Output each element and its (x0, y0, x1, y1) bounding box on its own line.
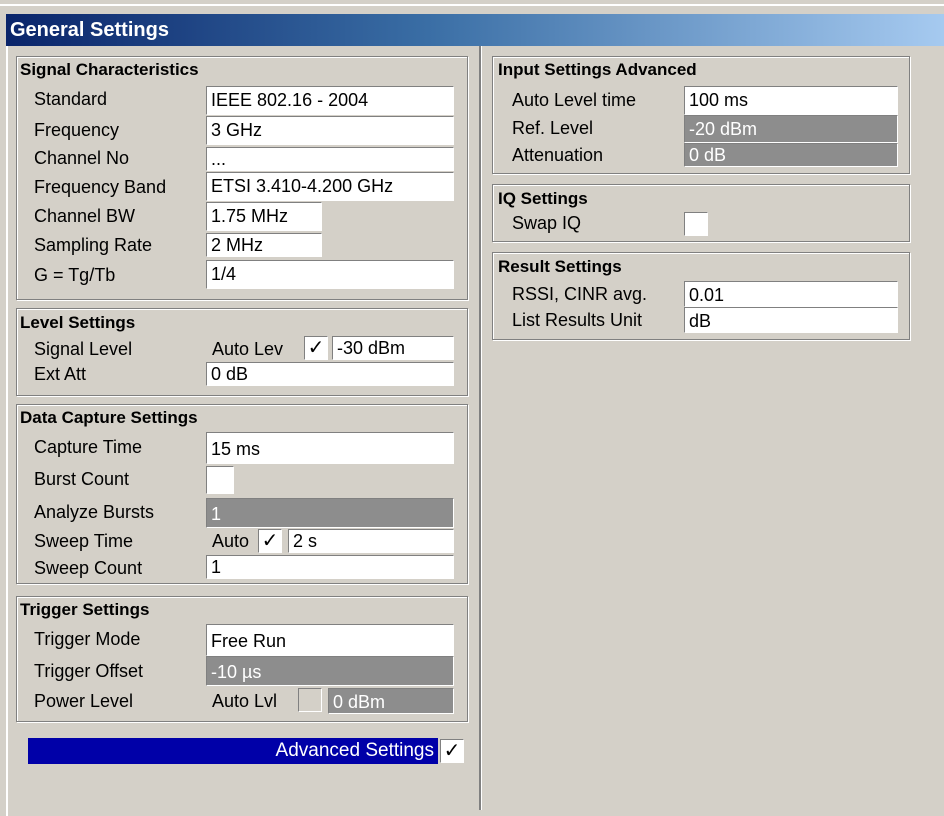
auto-level-label: Auto Lev (212, 339, 284, 359)
auto-level-time-field[interactable]: 100 ms (684, 86, 898, 115)
sampling-rate-label: Sampling Rate (34, 235, 153, 255)
sweep-auto-label: Auto (212, 531, 250, 551)
analyze-bursts-field[interactable]: 1 (206, 498, 454, 528)
general-settings-window: General Settings Signal Characteristics … (0, 0, 944, 816)
swap-iq-checkbox[interactable] (684, 212, 708, 236)
sweep-time-label: Sweep Time (34, 531, 134, 551)
frequency-band-label: Frequency Band (34, 177, 167, 197)
analyze-bursts-label: Analyze Bursts (34, 502, 155, 522)
power-level-field[interactable]: 0 dBm (328, 688, 454, 714)
sweep-count-label: Sweep Count (34, 558, 143, 578)
data-capture-title: Data Capture Settings (20, 408, 198, 427)
list-results-unit-field[interactable]: dB (684, 307, 898, 333)
window-left-border (6, 46, 8, 816)
trigger-settings-title: Trigger Settings (20, 600, 150, 619)
ext-att-label: Ext Att (34, 364, 87, 384)
ext-att-field[interactable]: 0 dB (206, 362, 454, 386)
rssi-cinr-label: RSSI, CINR avg. (512, 284, 648, 304)
list-results-unit-label: List Results Unit (512, 310, 643, 330)
sweep-auto-checkbox[interactable]: ✓ (258, 529, 282, 553)
signal-level-field[interactable]: -30 dBm (332, 336, 454, 360)
g-ratio-label: G = Tg/Tb (34, 265, 116, 285)
capture-time-label: Capture Time (34, 437, 143, 457)
advanced-settings-checkbox[interactable]: ✓ (440, 739, 464, 763)
ref-level-label: Ref. Level (512, 118, 594, 138)
burst-count-label: Burst Count (34, 469, 130, 489)
swap-iq-label: Swap IQ (512, 213, 582, 233)
sweep-count-field[interactable]: 1 (206, 555, 454, 579)
signal-level-label: Signal Level (34, 339, 133, 359)
g-ratio-field[interactable]: 1/4 (206, 260, 454, 289)
trigger-mode-label: Trigger Mode (34, 629, 141, 649)
window-title: General Settings (6, 14, 944, 46)
power-auto-label: Auto Lvl (212, 691, 278, 711)
trigger-offset-label: Trigger Offset (34, 661, 144, 681)
frequency-band-field[interactable]: ETSI 3.410-4.200 GHz (206, 172, 454, 201)
trigger-mode-field[interactable]: Free Run (206, 624, 454, 656)
input-settings-advanced-title: Input Settings Advanced (498, 60, 697, 79)
iq-settings-title: IQ Settings (498, 189, 588, 208)
sweep-time-field[interactable]: 2 s (288, 529, 454, 553)
auto-level-checkbox[interactable]: ✓ (304, 336, 328, 360)
channel-no-field[interactable]: ... (206, 147, 454, 171)
channel-no-label: Channel No (34, 148, 130, 168)
frequency-label: Frequency (34, 120, 120, 140)
ref-level-field[interactable]: -20 dBm (684, 115, 898, 143)
power-auto-checkbox[interactable] (298, 688, 322, 712)
burst-count-field[interactable] (206, 466, 234, 494)
standard-label: Standard (34, 89, 108, 109)
sampling-rate-field[interactable]: 2 MHz (206, 233, 322, 257)
trigger-offset-field[interactable]: -10 µs (206, 656, 454, 686)
auto-level-time-label: Auto Level time (512, 90, 637, 110)
channel-bw-field[interactable]: 1.75 MHz (206, 202, 322, 231)
advanced-settings-label[interactable]: Advanced Settings (28, 738, 438, 764)
level-settings-title: Level Settings (20, 313, 136, 332)
column-separator (479, 46, 482, 810)
capture-time-field[interactable]: 15 ms (206, 432, 454, 464)
rssi-cinr-field[interactable]: 0.01 (684, 281, 898, 307)
attenuation-field[interactable]: 0 dB (684, 143, 898, 167)
power-level-label: Power Level (34, 691, 134, 711)
attenuation-label: Attenuation (512, 145, 604, 165)
signal-characteristics-title: Signal Characteristics (20, 60, 199, 79)
frequency-field[interactable]: 3 GHz (206, 116, 454, 145)
standard-field[interactable]: IEEE 802.16 - 2004 (206, 86, 454, 115)
channel-bw-label: Channel BW (34, 206, 136, 226)
result-settings-title: Result Settings (498, 257, 622, 276)
window-top-border (0, 4, 944, 6)
